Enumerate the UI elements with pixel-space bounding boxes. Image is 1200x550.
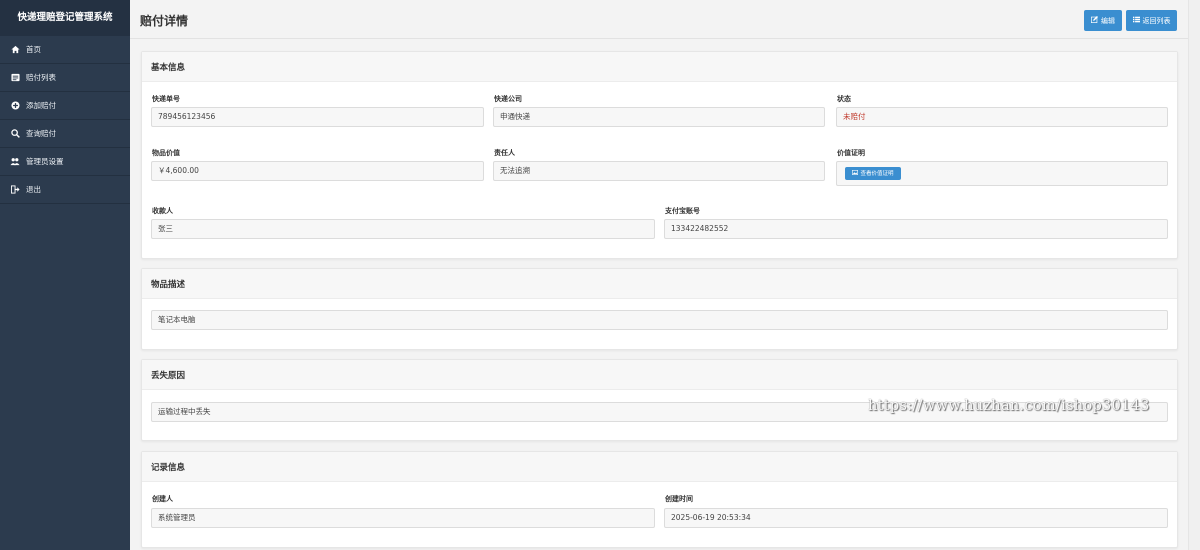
sidebar: 快递理赔登记管理系统 首页 赔付列表 添加赔付 查询赔付 管理员设置 退出 (0, 0, 130, 550)
sidebar-item-claims-list[interactable]: 赔付列表 (0, 64, 130, 92)
responsible-person-field: 无法追溯 (493, 161, 825, 181)
value-proof-field: 查看价值证明 (836, 161, 1168, 186)
sign-out-icon (10, 185, 20, 195)
sidebar-item-label: 首页 (26, 45, 41, 54)
card-header: 记录信息 (142, 452, 1177, 482)
payee-label: 收款人 (152, 207, 173, 215)
card-title: 物品描述 (151, 280, 186, 290)
created-time-field: 2025-06-19 20:53:34 (664, 508, 1168, 528)
basic-info-card: 基本信息 快递单号 789456123456 快递公司 申通快递 状态 未赔付 … (141, 51, 1178, 259)
card-header: 物品描述 (142, 269, 1177, 299)
list-icon (10, 73, 20, 83)
sidebar-item-label: 退出 (26, 185, 41, 194)
tracking-number-field: 789456123456 (151, 107, 484, 127)
sidebar-item-label: 添加赔付 (26, 101, 56, 110)
creator-label: 创建人 (152, 495, 173, 503)
creator-field: 系统管理员 (151, 508, 655, 528)
payee-field: 张三 (151, 219, 655, 239)
search-icon (10, 129, 20, 139)
plus-circle-icon (10, 101, 20, 111)
sidebar-item-label: 赔付列表 (26, 73, 56, 82)
sidebar-item-label: 管理员设置 (26, 157, 64, 166)
record-info-card: 记录信息 创建人 系统管理员 创建时间 2025-06-19 20:53:34 (141, 451, 1178, 548)
sidebar-item-search-claim[interactable]: 查询赔付 (0, 120, 130, 148)
edit-button[interactable]: 编辑 (1084, 10, 1122, 31)
status-field: 未赔付 (836, 107, 1168, 127)
watermark: https://www.huzhan.com/ishop30143 (868, 398, 1150, 414)
item-value-field: ￥4,600.00 (151, 161, 484, 181)
sidebar-item-add-claim[interactable]: 添加赔付 (0, 92, 130, 120)
users-icon (10, 157, 20, 167)
scrollbar[interactable] (1188, 0, 1200, 550)
card-header: 丢失原因 (142, 360, 1177, 390)
card-title: 基本信息 (151, 63, 186, 73)
item-description-field: 笔记本电脑 (151, 310, 1168, 330)
status-label: 状态 (837, 95, 851, 103)
item-description-card: 物品描述 笔记本电脑 (141, 268, 1178, 350)
home-icon (10, 45, 20, 55)
sidebar-item-admin-settings[interactable]: 管理员设置 (0, 148, 130, 176)
courier-company-field: 申通快递 (493, 107, 825, 127)
back-button-label: 返回列表 (1142, 16, 1171, 25)
edit-icon (1091, 16, 1098, 25)
responsible-person-label: 责任人 (494, 149, 515, 157)
created-time-label: 创建时间 (665, 495, 693, 503)
courier-company-label: 快递公司 (494, 95, 522, 103)
back-to-list-button[interactable]: 返回列表 (1126, 10, 1177, 31)
view-value-proof-label: 查看价值证明 (860, 170, 894, 177)
list-icon (1132, 16, 1140, 25)
card-header: 基本信息 (142, 52, 1177, 82)
sidebar-item-logout[interactable]: 退出 (0, 176, 130, 204)
card-title: 记录信息 (151, 463, 186, 473)
page-header: 赔付详情 编辑 返回列表 (130, 0, 1200, 39)
sidebar-item-label: 查询赔付 (26, 129, 56, 138)
item-value-label: 物品价值 (152, 149, 180, 157)
alipay-account-label: 支付宝账号 (665, 207, 700, 215)
edit-button-label: 编辑 (1101, 16, 1115, 25)
card-title: 丢失原因 (151, 371, 186, 381)
alipay-account-field: 133422482552 (664, 219, 1168, 239)
image-icon (852, 165, 859, 183)
app-title: 快递理赔登记管理系统 (0, 0, 130, 36)
tracking-number-label: 快递单号 (152, 95, 180, 103)
view-value-proof-button[interactable]: 查看价值证明 (845, 167, 901, 180)
page-title: 赔付详情 (140, 14, 189, 28)
value-proof-label: 价值证明 (837, 149, 865, 157)
sidebar-item-home[interactable]: 首页 (0, 36, 130, 64)
